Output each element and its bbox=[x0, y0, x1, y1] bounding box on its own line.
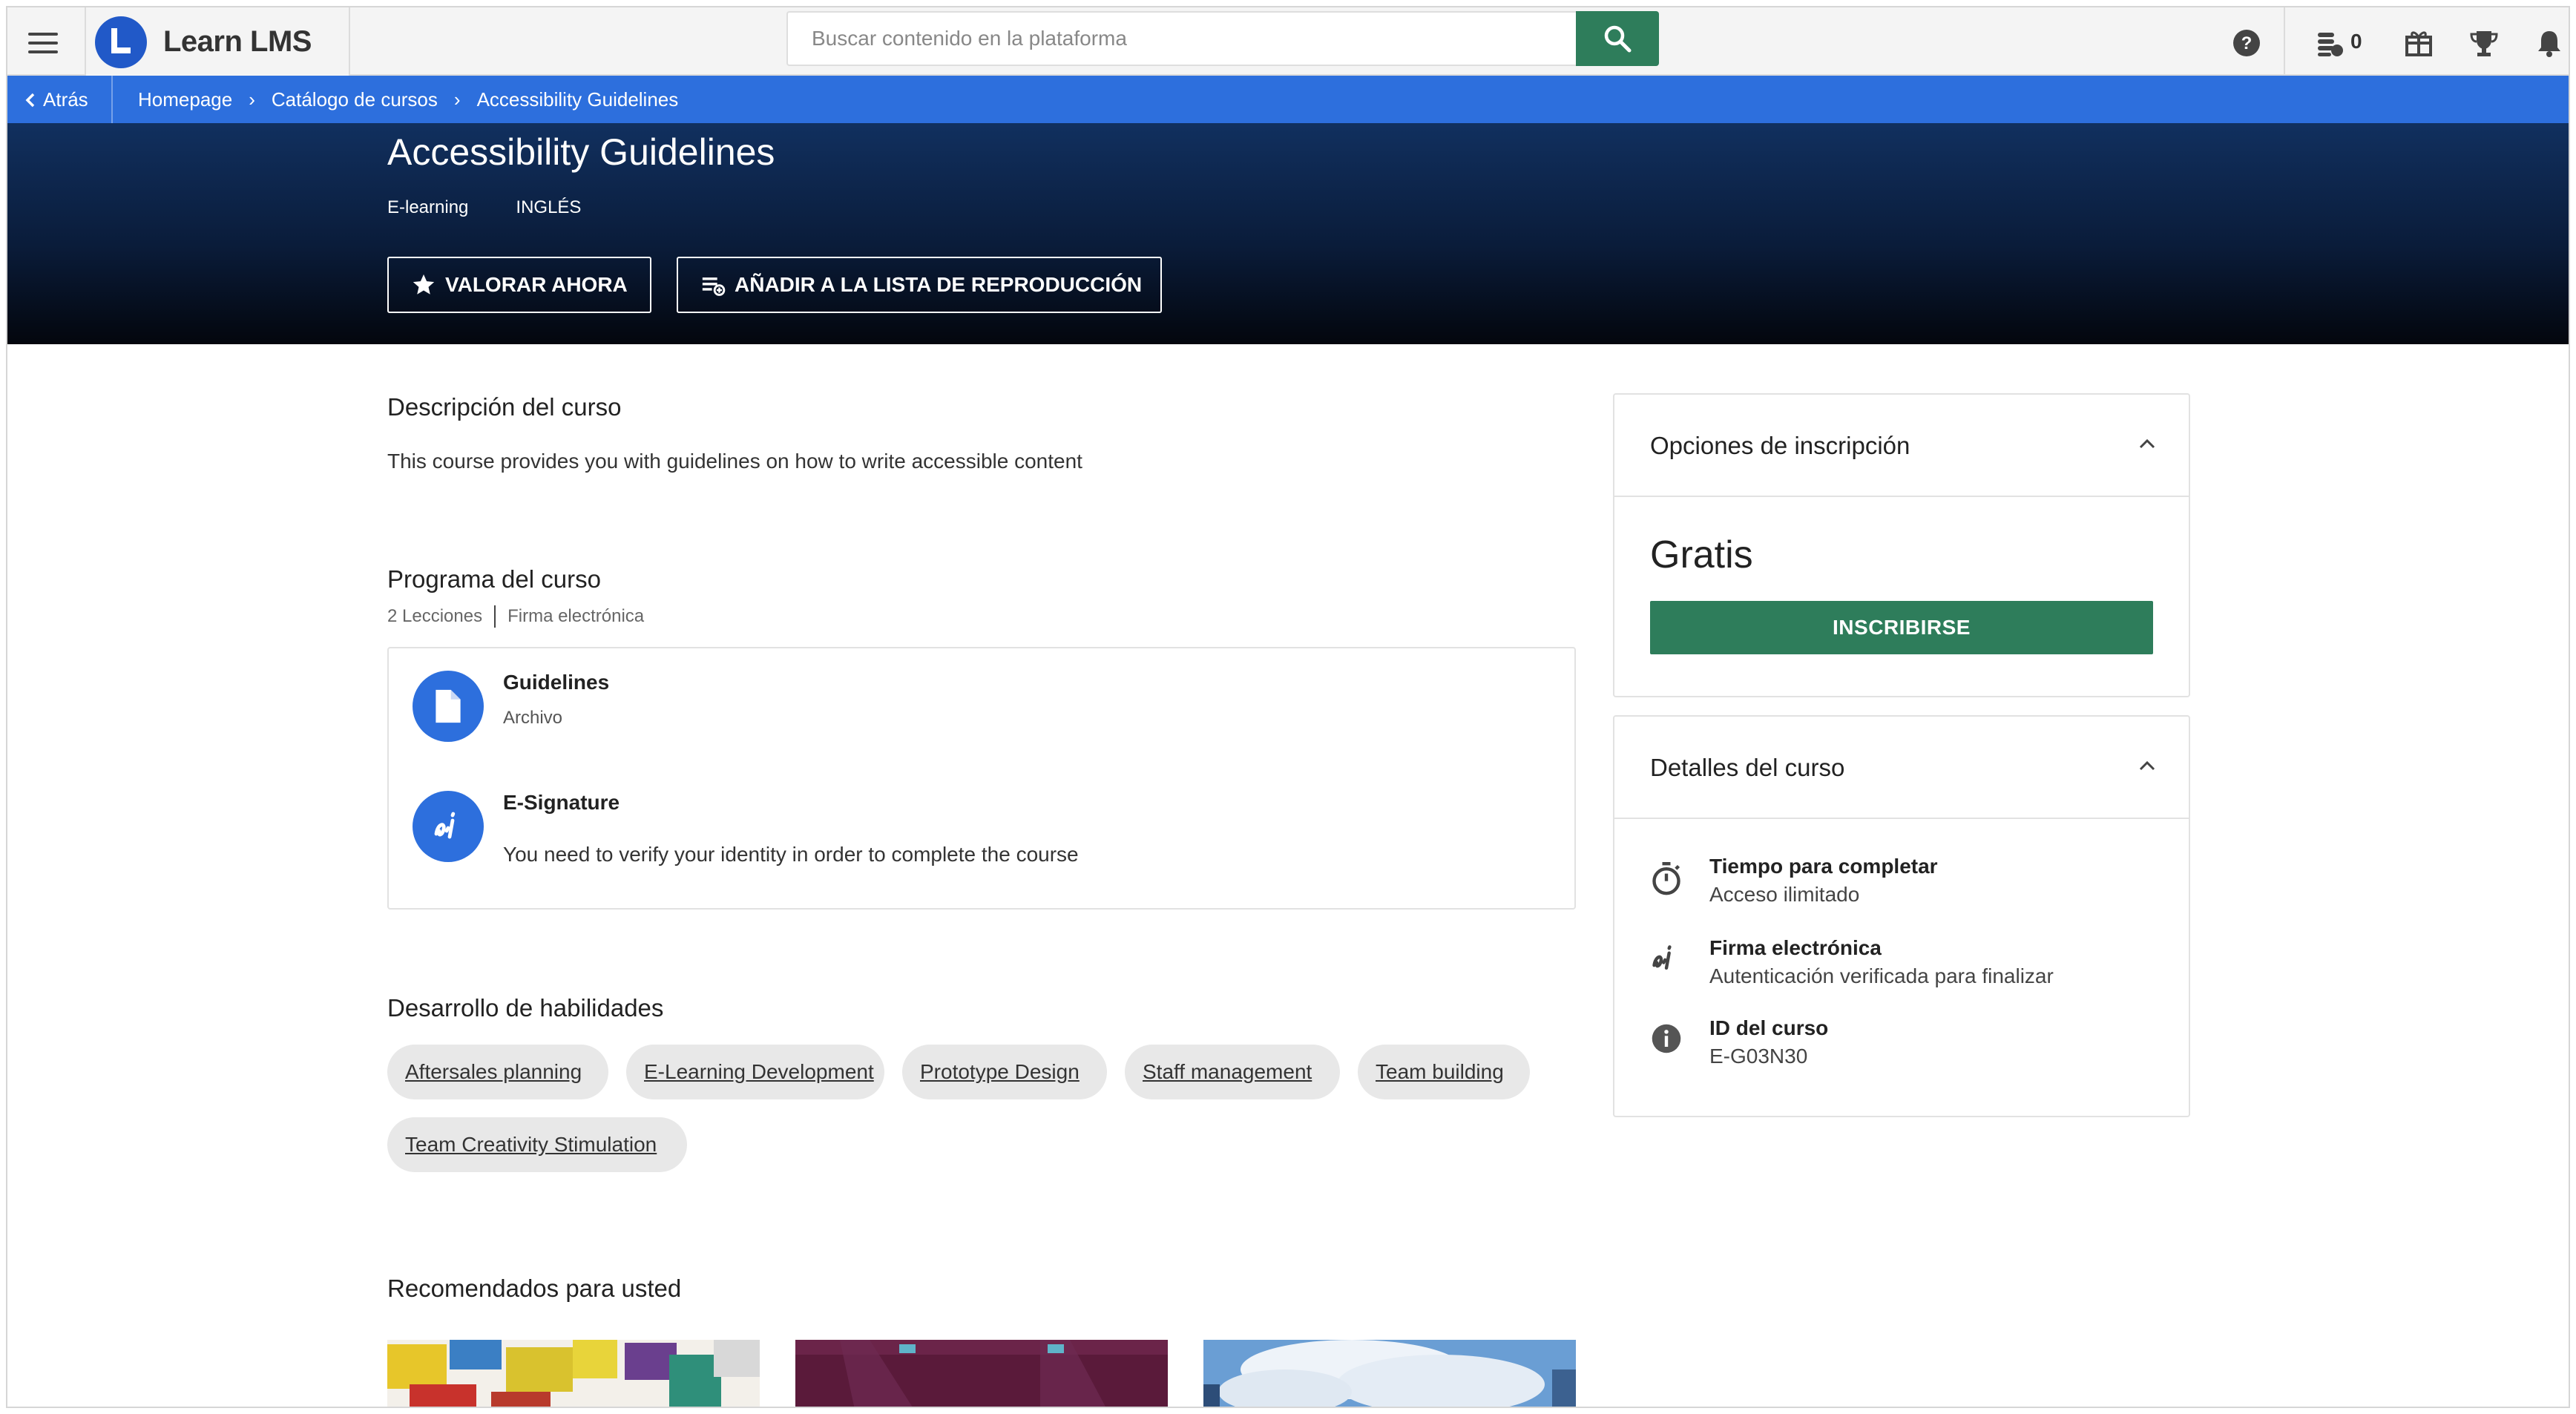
menu-icon[interactable] bbox=[28, 33, 58, 53]
notifications-bell-icon[interactable] bbox=[2534, 28, 2564, 58]
logo-mark-icon bbox=[95, 16, 147, 68]
topbar-divider bbox=[2284, 7, 2285, 76]
search-box bbox=[786, 11, 1659, 66]
summary-divider bbox=[494, 605, 496, 628]
detail-value: Autenticación verificada para finalizar bbox=[1709, 964, 2054, 987]
file-icon bbox=[413, 671, 484, 742]
chevron-left-icon bbox=[25, 93, 35, 108]
skill-tag[interactable]: E-Learning Development bbox=[626, 1045, 884, 1099]
skill-tag[interactable]: Staff management bbox=[1125, 1045, 1340, 1099]
lessons-count: 2 Lecciones bbox=[387, 606, 483, 626]
signature-icon bbox=[1652, 945, 1672, 970]
enroll-button[interactable]: INSCRIBIRSE bbox=[1650, 601, 2153, 654]
recommended-card-puzzle-image[interactable] bbox=[387, 1340, 760, 1407]
details-panel-header[interactable]: Detalles del curso bbox=[1614, 717, 2189, 819]
recommended-card-stage-image[interactable] bbox=[795, 1340, 1168, 1407]
breadcrumb-homepage[interactable]: Homepage bbox=[138, 88, 232, 111]
chevron-up-icon bbox=[2139, 438, 2155, 449]
course-language: INGLÉS bbox=[516, 197, 582, 217]
lesson-title[interactable]: Guidelines bbox=[503, 671, 609, 694]
coins-count: 0 bbox=[2350, 30, 2362, 53]
enrollment-panel-header[interactable]: Opciones de inscripción bbox=[1614, 395, 2189, 497]
breadcrumb-catalog[interactable]: Catálogo de cursos bbox=[272, 88, 438, 111]
breadcrumb-current: Accessibility Guidelines bbox=[476, 88, 679, 111]
enrollment-heading: Opciones de inscripción bbox=[1650, 432, 1910, 459]
add-to-playlist-button[interactable]: AÑADIR A LA LISTA DE REPRODUCCIÓN bbox=[677, 257, 1162, 313]
gift-icon[interactable] bbox=[2404, 28, 2434, 58]
details-heading: Detalles del curso bbox=[1650, 754, 1845, 781]
detail-row-time: Tiempo para completar Acceso ilimitado bbox=[1650, 855, 2155, 914]
trophy-icon[interactable] bbox=[2469, 28, 2499, 58]
detail-label: Tiempo para completar bbox=[1709, 855, 1938, 878]
svg-text:?: ? bbox=[2241, 33, 2253, 53]
detail-row-course-id: ID del curso E-G03N30 bbox=[1650, 1016, 2155, 1076]
timer-icon bbox=[1652, 862, 1680, 895]
course-hero: Accessibility Guidelines E-learning INGL… bbox=[7, 123, 2569, 344]
lesson-title[interactable]: E-Signature bbox=[503, 791, 620, 815]
lesson-type: Archivo bbox=[503, 708, 563, 728]
back-button[interactable]: Atrás bbox=[7, 76, 113, 123]
breadcrumb-separator-icon: › bbox=[453, 88, 461, 111]
app-window: Learn LMS ? 0 Atrás Homepage › Catálogo … bbox=[6, 6, 2570, 1408]
course-title: Accessibility Guidelines bbox=[387, 131, 775, 173]
signature-icon bbox=[413, 791, 484, 862]
detail-row-signature: Firma electrónica Autenticación verifica… bbox=[1650, 936, 2155, 996]
breadcrumb-bar: Atrás Homepage › Catálogo de cursos › Ac… bbox=[7, 76, 2569, 123]
app-name: Learn LMS bbox=[163, 25, 312, 58]
skill-tag[interactable]: Team building bbox=[1358, 1045, 1530, 1099]
course-price: Gratis bbox=[1650, 533, 1753, 576]
help-icon[interactable]: ? bbox=[2232, 28, 2261, 58]
skill-tag[interactable]: Prototype Design bbox=[902, 1045, 1107, 1099]
detail-label: ID del curso bbox=[1709, 1016, 1829, 1039]
breadcrumb-separator-icon: › bbox=[249, 88, 255, 111]
program-heading: Programa del curso bbox=[387, 565, 601, 593]
search-icon bbox=[1604, 25, 1632, 53]
program-summary: 2 Lecciones Firma electrónica bbox=[387, 605, 644, 628]
detail-value: E-G03N30 bbox=[1709, 1045, 1808, 1068]
breadcrumb: Homepage › Catálogo de cursos › Accessib… bbox=[138, 88, 678, 111]
top-bar: Learn LMS ? 0 bbox=[7, 7, 2569, 76]
logo[interactable]: Learn LMS bbox=[85, 7, 350, 76]
recommended-heading: Recomendados para usted bbox=[387, 1275, 682, 1302]
course-meta: E-learning INGLÉS bbox=[387, 197, 581, 218]
program-signature: Firma electrónica bbox=[507, 606, 645, 626]
skill-tag[interactable]: Team Creativity Stimulation bbox=[387, 1117, 687, 1172]
enrollment-panel: Opciones de inscripción Gratis INSCRIBIR… bbox=[1613, 393, 2190, 697]
chevron-up-icon bbox=[2139, 760, 2155, 771]
detail-label: Firma electrónica bbox=[1709, 936, 1882, 959]
course-details-panel: Detalles del curso Tiempo para completar… bbox=[1613, 715, 2190, 1117]
rate-now-button[interactable]: VALORAR AHORA bbox=[387, 257, 651, 313]
playlist-add-icon bbox=[702, 277, 726, 296]
skills-heading: Desarrollo de habilidades bbox=[387, 994, 664, 1022]
skill-tag[interactable]: Aftersales planning bbox=[387, 1045, 608, 1099]
info-icon bbox=[1652, 1024, 1681, 1053]
description-heading: Descripción del curso bbox=[387, 393, 622, 421]
search-button[interactable] bbox=[1576, 11, 1659, 66]
detail-value: Acceso ilimitado bbox=[1709, 883, 1860, 906]
coins-icon[interactable] bbox=[2315, 28, 2345, 58]
course-type: E-learning bbox=[387, 197, 469, 217]
lessons-list: Guidelines Archivo E-Signature You need … bbox=[387, 647, 1576, 910]
back-label: Atrás bbox=[43, 88, 88, 111]
star-icon bbox=[413, 274, 435, 295]
recommended-card-sky-image[interactable] bbox=[1203, 1340, 1576, 1407]
search-input[interactable] bbox=[788, 13, 1574, 65]
description-text: This course provides you with guidelines… bbox=[387, 450, 1082, 473]
lesson-description: You need to verify your identity in orde… bbox=[503, 843, 1079, 866]
